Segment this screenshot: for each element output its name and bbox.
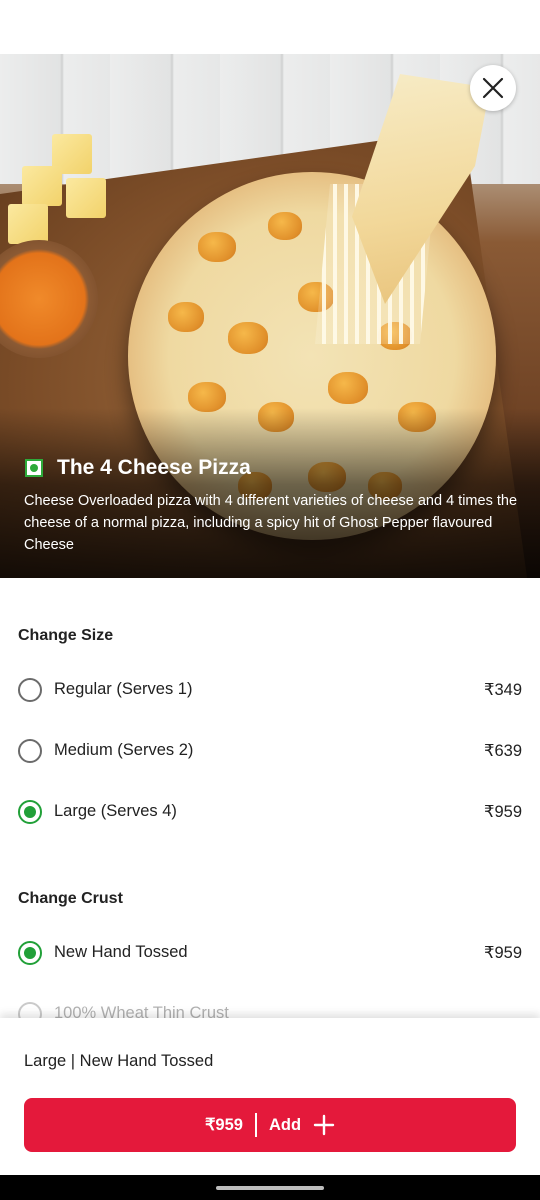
add-button-price: ₹959 [204, 1116, 243, 1134]
cheese-cube [8, 204, 48, 244]
radio-button[interactable] [18, 678, 42, 702]
system-navigation-bar [0, 1175, 540, 1200]
option-label: Medium (Serves 2) [54, 741, 194, 759]
option-price: ₹959 [483, 803, 522, 821]
home-handle[interactable] [216, 1186, 324, 1190]
product-description: Cheese Overloaded pizza with 4 different… [24, 493, 518, 553]
bottom-panel: Large | New Hand Tossed ₹959 Add [0, 1018, 540, 1175]
size-option-medium[interactable]: Medium (Serves 2) ₹639 [0, 731, 540, 771]
radio-button-selected[interactable] [18, 941, 42, 965]
selection-summary: Large | New Hand Tossed [24, 1052, 214, 1070]
status-bar [0, 0, 540, 54]
add-button-label: Add [268, 1115, 302, 1134]
crust-option-hand-tossed[interactable]: New Hand Tossed ₹959 [0, 933, 540, 973]
close-icon [482, 77, 504, 99]
product-title: The 4 Cheese Pizza [57, 456, 251, 479]
option-label: New Hand Tossed [54, 943, 188, 961]
add-to-cart-button[interactable]: ₹959 Add [24, 1098, 516, 1152]
option-price: ₹959 [483, 944, 522, 962]
option-price: ₹349 [483, 681, 522, 699]
option-price: ₹639 [483, 742, 522, 760]
size-option-large[interactable]: Large (Serves 4) ₹959 [0, 792, 540, 832]
plus-icon [313, 1114, 335, 1136]
button-divider [254, 1113, 257, 1137]
cheese-cube [66, 178, 106, 218]
option-label: Large (Serves 4) [54, 802, 177, 820]
radio-button[interactable] [18, 739, 42, 763]
size-section-title: Change Size [18, 627, 114, 644]
size-option-regular[interactable]: Regular (Serves 1) ₹349 [0, 670, 540, 710]
veg-indicator-icon [25, 459, 43, 477]
cheese-cube [22, 166, 62, 206]
crust-section-title: Change Crust [18, 890, 123, 907]
option-label: Regular (Serves 1) [54, 680, 193, 698]
radio-button-selected[interactable] [18, 800, 42, 824]
close-button[interactable] [470, 65, 516, 111]
